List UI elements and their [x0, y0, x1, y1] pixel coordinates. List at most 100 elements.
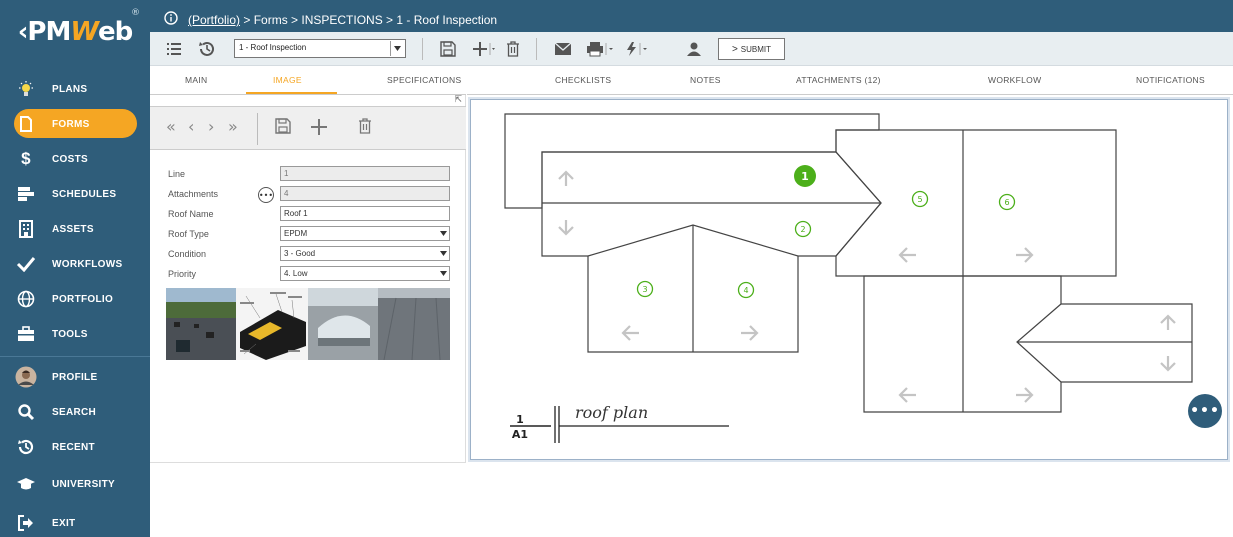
record-select-value: 1 - Roof Inspection [239, 43, 307, 52]
more-actions-button[interactable]: ••• [1188, 394, 1222, 428]
search-icon [0, 403, 52, 421]
sidebar-item-label: FORMS [52, 118, 90, 130]
breadcrumb-portfolio-link[interactable]: (Portfolio) [188, 13, 240, 27]
field-label-line: Line [168, 169, 186, 179]
marker-1-label: 1 [801, 170, 809, 183]
sidebar-item-exit[interactable]: EXIT [0, 508, 150, 537]
sidebar-item-search[interactable]: SEARCH [0, 397, 150, 427]
sidebar-item-label: RECENT [52, 441, 95, 453]
sidebar-item-label: PLANS [52, 83, 88, 95]
caption-sheet: A1 [512, 428, 528, 441]
chevron-down-icon [438, 228, 448, 239]
image-viewer: 1 2 3 4 5 6 1 A1 roof plan [467, 94, 1233, 463]
previous-record-icon[interactable]: ‹ [188, 117, 194, 136]
chevron-down-icon [438, 268, 448, 279]
info-icon[interactable] [164, 10, 178, 29]
pin-icon[interactable]: ⇱ [454, 95, 462, 105]
condition-select[interactable]: 3 - Good [280, 246, 450, 261]
trash-icon[interactable] [506, 36, 520, 62]
sidebar-item-label: COSTS [52, 153, 88, 165]
first-record-icon[interactable]: « [166, 117, 176, 136]
sidebar-item-costs[interactable]: $ COSTS [0, 144, 150, 174]
sidebar-item-workflows[interactable]: WORKFLOWS [0, 249, 150, 279]
sidebar-item-label: WORKFLOWS [52, 258, 123, 270]
tab-checklists[interactable]: CHECKLISTS [555, 75, 611, 85]
trash-icon[interactable] [358, 118, 372, 138]
sidebar-item-profile[interactable]: PROFILE [0, 362, 150, 392]
tab-notes[interactable]: NOTES [690, 75, 721, 85]
marker-5-label: 5 [917, 195, 922, 204]
history-icon [0, 438, 52, 456]
line-field: 1 [280, 166, 450, 181]
add-icon[interactable] [310, 118, 328, 140]
sidebar-item-recent[interactable]: RECENT [0, 432, 150, 462]
checkmark-icon [0, 256, 52, 272]
roof-photo-2[interactable] [308, 288, 378, 360]
field-label-attachments: Attachments [168, 189, 219, 199]
save-icon[interactable] [440, 36, 456, 62]
tab-notifications[interactable]: NOTIFICATIONS [1136, 75, 1205, 85]
list-icon[interactable] [166, 36, 182, 62]
sidebar-item-schedules[interactable]: SCHEDULES [0, 179, 150, 209]
field-label-roof-name: Roof Name [168, 209, 214, 219]
marker-2-label: 2 [800, 225, 805, 234]
submit-label: SUBMIT [740, 44, 772, 54]
save-icon[interactable] [275, 118, 291, 138]
mail-icon[interactable] [554, 36, 572, 62]
submit-button[interactable]: > SUBMIT [718, 38, 785, 60]
sidebar-item-plans[interactable]: PLANS [0, 74, 150, 104]
lightbulb-icon [0, 80, 52, 98]
avatar-icon [0, 366, 52, 388]
pmweb-logo[interactable]: ‹PMWeb ® [0, 0, 150, 64]
gantt-icon [0, 186, 52, 202]
chevron-down-icon [390, 41, 404, 56]
roof-photo-1[interactable] [166, 288, 236, 360]
document-icon [0, 115, 52, 133]
globe-icon [0, 290, 52, 308]
sidebar-item-label: UNIVERSITY [52, 478, 116, 490]
roof-name-input[interactable]: Roof 1 [280, 206, 450, 221]
toolbar: 1 - Roof Inspection > SUBMIT [150, 32, 1233, 66]
tab-specifications[interactable]: SPECIFICATIONS [387, 75, 461, 85]
tab-bar: MAIN IMAGE SPECIFICATIONS CHECKLISTS NOT… [150, 66, 1233, 94]
breadcrumb-path: > Forms > INSPECTIONS > 1 - Roof Inspect… [240, 13, 498, 27]
breadcrumb: (Portfolio) > Forms > INSPECTIONS > 1 - … [188, 13, 497, 27]
print-icon[interactable] [586, 36, 616, 62]
field-label-roof-type: Roof Type [168, 229, 209, 239]
history-icon[interactable] [198, 36, 216, 62]
roof-type-select[interactable]: EPDM [280, 226, 450, 241]
sidebar-item-tools[interactable]: TOOLS [0, 319, 150, 349]
sidebar-item-label: SEARCH [52, 406, 97, 418]
sidebar-item-university[interactable]: UNIVERSITY [0, 469, 150, 499]
caption-number: 1 [516, 413, 524, 426]
field-label-priority: Priority [168, 269, 197, 279]
add-icon[interactable] [472, 36, 498, 62]
field-label-condition: Condition [168, 249, 207, 259]
sidebar-item-label: SCHEDULES [52, 188, 117, 200]
tab-attachments[interactable]: ATTACHMENTS (12) [796, 75, 881, 85]
marker-4-label: 4 [743, 286, 748, 295]
sidebar-item-forms[interactable]: FORMS [0, 109, 150, 139]
chevron-down-icon [438, 248, 448, 259]
next-record-icon[interactable]: › [208, 117, 214, 136]
roof-type-value: EPDM [284, 229, 308, 238]
record-select[interactable]: 1 - Roof Inspection [234, 39, 406, 58]
sidebar-item-portfolio[interactable]: PORTFOLIO [0, 284, 150, 314]
user-icon[interactable] [686, 36, 702, 62]
tab-workflow[interactable]: WORKFLOW [988, 75, 1041, 85]
roof-photo-3[interactable] [378, 288, 450, 360]
sidebar-item-label: PROFILE [52, 371, 98, 383]
lightning-icon[interactable] [624, 36, 654, 62]
exit-icon [0, 515, 52, 531]
form-panel: ⇱ « ‹ › » Line 1 Attachments ••• 4 Roof … [150, 94, 466, 463]
last-record-icon[interactable]: » [228, 117, 238, 136]
breadcrumb-bar: (Portfolio) > Forms > INSPECTIONS > 1 - … [150, 0, 1233, 32]
tab-image[interactable]: IMAGE [273, 75, 302, 85]
attachments-button[interactable]: ••• [258, 187, 274, 203]
tab-main[interactable]: MAIN [185, 75, 207, 85]
priority-select[interactable]: 4. Low [280, 266, 450, 281]
roof-plan-drawing[interactable]: 1 2 3 4 5 6 1 A1 roof plan [471, 100, 1229, 461]
roof-diagram-photo[interactable] [236, 288, 308, 360]
pin-bar: ⇱ [150, 94, 466, 106]
sidebar-item-assets[interactable]: ASSETS [0, 214, 150, 244]
